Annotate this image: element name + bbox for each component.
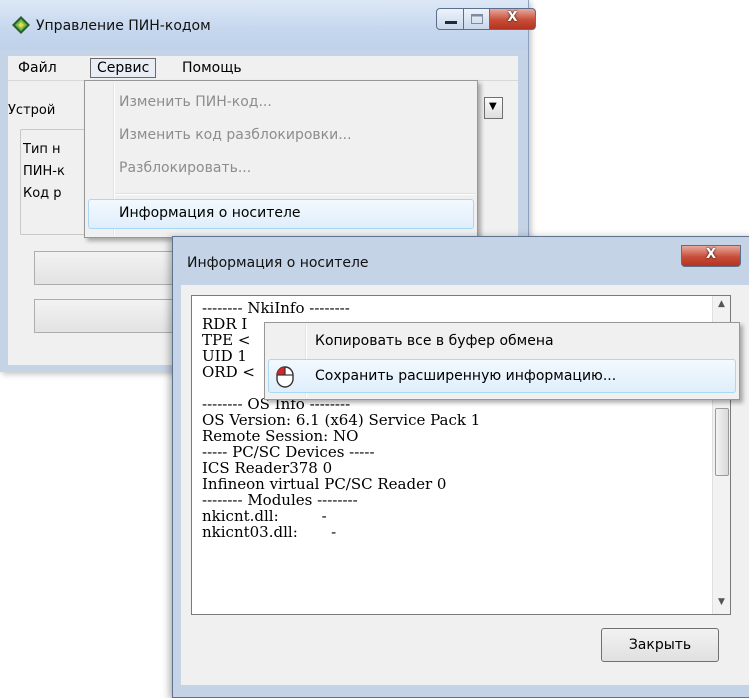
info-text-line: ICS Reader378 0 bbox=[202, 459, 333, 477]
menu-unlock[interactable]: Разблокировать... bbox=[119, 160, 251, 176]
info-text-line: -------- NkiInfo -------- bbox=[202, 299, 350, 317]
action-button-1[interactable] bbox=[34, 251, 194, 285]
ctx-save-extended[interactable]: Сохранить расширенную информацию... bbox=[315, 368, 616, 384]
device-label: Устрой bbox=[8, 103, 56, 118]
chevron-down-icon: ▼ bbox=[489, 101, 497, 112]
dialog-title: Информация о носителе bbox=[187, 255, 369, 271]
ctx-copy-all[interactable]: Копировать все в буфер обмена bbox=[315, 333, 554, 349]
mouse-icon bbox=[276, 366, 294, 388]
minimize-button[interactable] bbox=[436, 8, 464, 30]
dialog-close-button[interactable]: X bbox=[681, 245, 741, 267]
chevron-down-icon: ▼ bbox=[718, 597, 725, 607]
info-text-line: -------- Modules -------- bbox=[202, 491, 358, 509]
close-dialog-button[interactable]: Закрыть bbox=[601, 628, 719, 662]
info-text-line: ----- PC/SC Devices ----- bbox=[202, 443, 375, 461]
info-text-line: OS Version: 6.1 (x64) Service Pack 1 bbox=[202, 411, 481, 429]
app-diamond-icon bbox=[12, 16, 30, 34]
token-info-dialog: Информация о носителе X -------- NkiInfo… bbox=[172, 236, 749, 698]
menu-token-info[interactable]: Информация о носителе bbox=[119, 205, 301, 221]
maximize-button[interactable] bbox=[464, 8, 490, 30]
maximize-icon bbox=[471, 14, 483, 24]
scroll-down-button[interactable]: ▼ bbox=[713, 594, 730, 612]
info-text-line: Remote Session: NO bbox=[202, 427, 359, 445]
chevron-up-icon: ▲ bbox=[718, 299, 725, 309]
pin-code-label: ПИН-к bbox=[23, 164, 65, 179]
unlock-code-label: Код р bbox=[23, 186, 62, 201]
token-type-label: Тип н bbox=[23, 142, 61, 157]
menu-change-pin[interactable]: Изменить ПИН-код... bbox=[119, 94, 272, 110]
scroll-thumb[interactable] bbox=[715, 408, 729, 476]
context-menu: Копировать все в буфер обмена Сохранить … bbox=[264, 322, 740, 400]
close-button[interactable]: X bbox=[490, 8, 536, 30]
info-text-line: Infineon virtual PC/SC Reader 0 bbox=[202, 475, 447, 493]
info-text-line: nkicnt03.dll: - bbox=[202, 523, 337, 541]
menu-change-unlock-code[interactable]: Изменить код разблокировки... bbox=[119, 127, 352, 143]
close-icon: X bbox=[507, 10, 518, 25]
menu-service[interactable]: Сервис bbox=[90, 58, 157, 78]
main-titlebar[interactable]: Управление ПИН-кодом X bbox=[0, 0, 536, 49]
window-title: Управление ПИН-кодом bbox=[36, 18, 211, 34]
menu-help[interactable]: Помощь bbox=[176, 59, 248, 77]
minimize-icon bbox=[445, 21, 457, 24]
close-icon: X bbox=[705, 247, 717, 262]
service-dropdown-menu: Изменить ПИН-код... Изменить код разблок… bbox=[84, 80, 478, 238]
menu-file[interactable]: Файл bbox=[12, 59, 63, 77]
action-button-2[interactable]: F bbox=[34, 299, 195, 333]
device-dropdown-button[interactable]: ▼ bbox=[484, 97, 503, 119]
info-text-line: nkicnt.dll: - bbox=[202, 507, 327, 525]
menu-separator bbox=[115, 193, 475, 195]
scroll-up-button[interactable]: ▲ bbox=[713, 296, 730, 314]
menubar: Файл Сервис Помощь bbox=[8, 56, 518, 81]
